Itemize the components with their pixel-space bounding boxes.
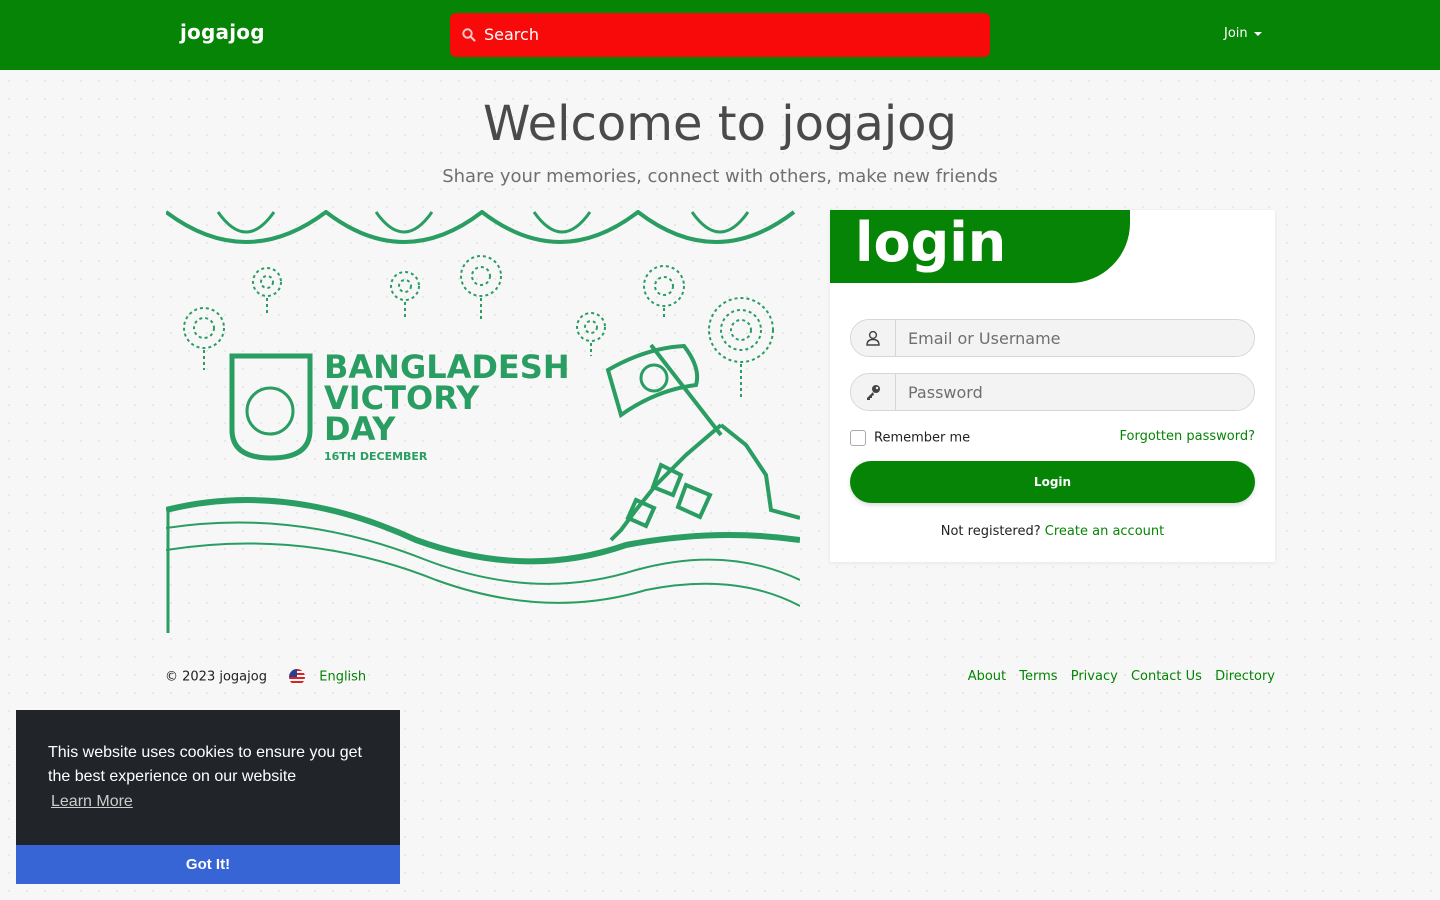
footer-links: About Terms Privacy Contact Us Directory [959, 669, 1275, 684]
email-input[interactable] [896, 320, 1254, 356]
login-title: login [855, 211, 1007, 274]
password-input[interactable] [896, 374, 1254, 410]
footer-link-contact[interactable]: Contact Us [1131, 669, 1202, 684]
register-prompt: Not registered? Create an account [830, 524, 1275, 539]
language-selector[interactable]: English [319, 670, 366, 685]
cookie-accept-button[interactable]: Got It! [16, 845, 400, 884]
remember-me[interactable]: Remember me [850, 430, 970, 446]
brand-logo-link[interactable]: jogajog [180, 20, 265, 44]
illustration-line3: DAY [324, 410, 396, 448]
caret-down-icon [1253, 31, 1262, 36]
user-icon [866, 330, 880, 346]
email-field[interactable] [850, 319, 1255, 357]
email-field-addon [851, 320, 896, 356]
login-card: login Remember me Forgotten password? Lo… [830, 210, 1275, 562]
victory-day-illustration: BANGLADESH VICTORY DAY 16TH DECEMBER [166, 210, 800, 633]
us-flag-icon [289, 669, 306, 685]
search-input[interactable] [484, 13, 964, 57]
footer-link-about[interactable]: About [968, 669, 1006, 684]
password-field[interactable] [850, 373, 1255, 411]
login-button[interactable]: Login [850, 461, 1255, 503]
cookie-learn-more-link[interactable]: Learn More [51, 793, 133, 811]
cookie-message: This website uses cookies to ensure you … [48, 744, 362, 785]
not-registered-text: Not registered? [940, 524, 1041, 539]
join-label: Join [1224, 26, 1248, 41]
key-icon [867, 385, 880, 400]
join-dropdown[interactable]: Join [1224, 26, 1262, 41]
illustration-date: 16TH DECEMBER [324, 450, 428, 463]
remember-label: Remember me [874, 430, 971, 446]
remember-checkbox[interactable] [850, 430, 866, 446]
search-icon [462, 28, 476, 42]
create-account-link[interactable]: Create an account [1045, 524, 1164, 539]
password-field-addon [851, 374, 896, 410]
search-bar[interactable] [450, 13, 990, 57]
login-card-header: login [830, 210, 1130, 283]
copyright: © 2023 jogajog [165, 669, 267, 685]
footer-link-directory[interactable]: Directory [1215, 669, 1275, 684]
page-subtitle: Share your memories, connect with others… [442, 166, 998, 187]
footer-left: © 2023 jogajog English [165, 669, 366, 685]
forgot-password-link[interactable]: Forgotten password? [1120, 429, 1255, 444]
navbar: jogajog Join [0, 0, 1440, 70]
page-title: Welcome to jogajog [482, 96, 958, 152]
footer-link-privacy[interactable]: Privacy [1071, 669, 1118, 684]
footer-link-terms[interactable]: Terms [1019, 669, 1057, 684]
cookie-banner: This website uses cookies to ensure you … [16, 710, 400, 884]
